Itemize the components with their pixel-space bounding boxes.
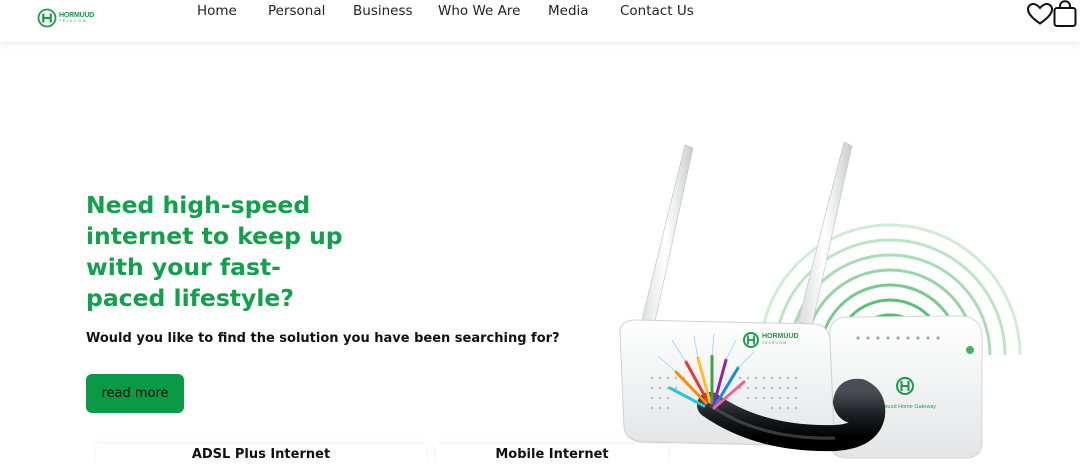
hero-title: Need high-speed internet to keep up with… — [86, 191, 343, 312]
nav-item-personal[interactable]: Personal — [268, 3, 325, 19]
card-label: ADSL Plus Internet — [191, 447, 331, 462]
nav-item-home[interactable]: Home — [197, 3, 237, 19]
router-brand-sub: TELECOM — [762, 341, 787, 345]
card-label: Mobile Internet — [495, 447, 609, 462]
hero-subtitle: Would you like to find the solution you … — [86, 331, 560, 346]
nav-item-who-we-are[interactable]: Who We Are — [438, 3, 520, 19]
nav-item-media[interactable]: Media — [548, 3, 589, 19]
router-product-image: Hormuud Home Gateway HORMUUD TELECOM — [619, 141, 1022, 459]
nav-item-contact-us[interactable]: Contact Us — [620, 3, 694, 19]
site-header: HORMUUD TELECOM Home Personal Business W… — [0, 0, 1080, 42]
mobile-internet-card[interactable]: Mobile Internet — [436, 444, 668, 465]
read-more-button[interactable]: read more — [86, 374, 184, 413]
adsl-plus-internet-card[interactable]: ADSL Plus Internet — [96, 444, 426, 465]
hormuud-logo[interactable]: HORMUUD TELECOM — [37, 7, 103, 29]
router-brand: HORMUUD — [762, 333, 799, 340]
logo-name: HORMUUD — [59, 12, 95, 20]
shopping-bag-icon[interactable] — [1050, 0, 1080, 28]
hormuud-logo-mark-icon — [37, 8, 57, 28]
logo-subtitle: TELECOM — [59, 19, 88, 24]
nav-item-business[interactable]: Business — [353, 3, 413, 19]
